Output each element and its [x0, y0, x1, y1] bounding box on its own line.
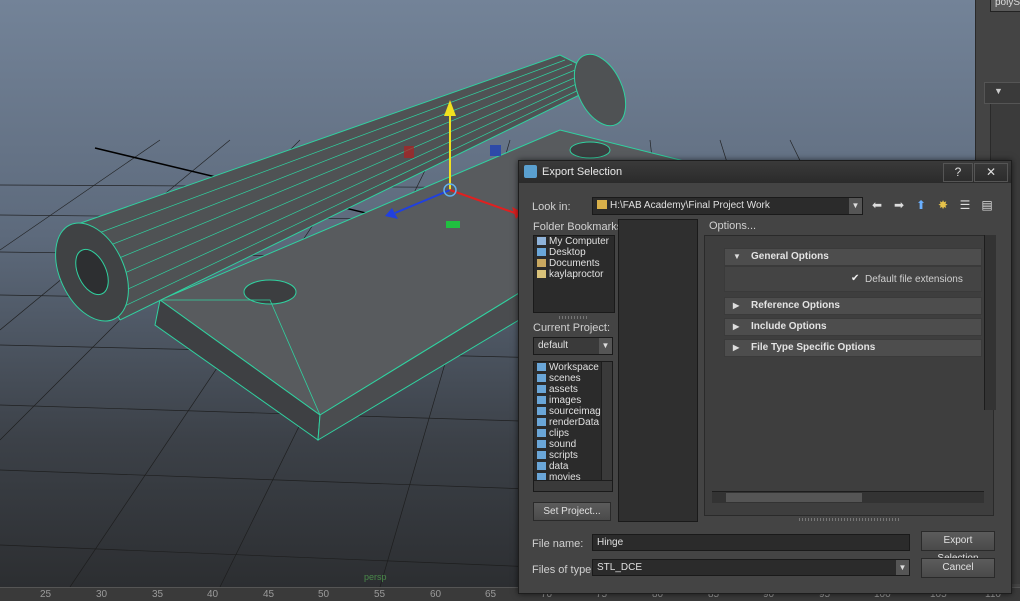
files-of-type-combo[interactable]: STL_DCE ▼	[592, 559, 910, 576]
bookmark-item[interactable]: kaylaproctor	[534, 269, 614, 280]
current-project-label: Current Project:	[533, 322, 611, 334]
detail-view-icon[interactable]: ▤	[980, 198, 994, 212]
maya-icon	[524, 165, 537, 178]
splitter-handle[interactable]	[559, 316, 589, 319]
bookmark-item[interactable]: My Computer	[534, 236, 614, 247]
camera-label: persp	[364, 572, 387, 582]
look-in-path: H:\FAB Academy\Final Project Work	[610, 200, 770, 211]
triangle-down-icon: ▼	[733, 252, 741, 261]
folder-icon	[537, 418, 546, 426]
set-project-button[interactable]: Set Project...	[533, 502, 611, 521]
new-folder-icon[interactable]: ✸	[936, 198, 950, 212]
file-name-label: File name:	[532, 538, 584, 550]
timeline-tick: 65	[485, 589, 497, 600]
project-folders-list[interactable]: Workspace F scenes assets images sourcei…	[533, 361, 613, 492]
chevron-down-icon[interactable]: ▼	[896, 560, 909, 575]
export-selection-button[interactable]: Export Selection	[921, 531, 995, 564]
dialog-title: Export Selection	[542, 166, 623, 178]
folder-icon	[537, 385, 546, 393]
cancel-button[interactable]: Cancel	[921, 558, 995, 578]
options-label: Options...	[709, 220, 757, 232]
triangle-right-icon: ▶	[733, 322, 740, 331]
options-hscrollbar[interactable]	[712, 491, 984, 503]
folder-icon	[537, 396, 546, 404]
dialog-titlebar[interactable]: Export Selection ? ✕	[519, 161, 1011, 183]
bookmark-item[interactable]: Documents	[534, 258, 614, 269]
timeline-tick: 60	[430, 589, 442, 600]
options-vscrollbar[interactable]	[984, 235, 996, 410]
timeline-tick: 35	[152, 589, 164, 600]
file-type-options-header[interactable]: ▶ File Type Specific Options	[724, 339, 982, 357]
default-extensions-label: Default file extensions	[865, 274, 963, 285]
splitter-handle[interactable]	[799, 518, 899, 521]
up-folder-icon[interactable]: ⬆	[914, 198, 928, 212]
close-button[interactable]: ✕	[974, 163, 1008, 182]
folder-icon	[597, 200, 607, 209]
general-options-header[interactable]: ▼ General Options	[724, 248, 982, 266]
folder-icon	[537, 363, 546, 371]
back-arrow-icon[interactable]: ⬅	[870, 198, 884, 212]
computer-icon	[537, 237, 546, 245]
folder-icon	[537, 462, 546, 470]
file-name-input[interactable]: Hinge	[592, 534, 910, 551]
timeline-tick: 50	[318, 589, 330, 600]
scroll-thumb[interactable]	[726, 493, 862, 502]
folder-icon	[537, 451, 546, 459]
look-in-combo[interactable]: H:\FAB Academy\Final Project Work ▼	[592, 197, 863, 215]
timeline-tick: 55	[374, 589, 386, 600]
include-options-header[interactable]: ▶ Include Options	[724, 318, 982, 336]
bookmarks-list[interactable]: My Computer Desktop Documents kaylaproct…	[533, 235, 615, 313]
timeline-tick: 25	[40, 589, 52, 600]
chevron-down-icon[interactable]: ▼	[599, 338, 612, 354]
timeline-tick: 30	[96, 589, 108, 600]
forward-arrow-icon[interactable]: ➡	[892, 198, 906, 212]
triangle-right-icon: ▶	[733, 343, 740, 352]
triangle-right-icon: ▶	[733, 301, 740, 310]
folder-icon	[537, 440, 546, 448]
file-browser-pane[interactable]	[618, 219, 698, 522]
files-of-type-label: Files of type:	[532, 564, 595, 576]
folder-icon	[537, 429, 546, 437]
folders-hscrollbar[interactable]	[534, 480, 612, 491]
desktop-icon	[537, 248, 546, 256]
general-options-body: ✔ Default file extensions	[724, 266, 982, 292]
panel-tab[interactable]: polySu	[990, 0, 1020, 12]
look-in-label: Look in:	[532, 201, 571, 213]
timeline-tick: 45	[263, 589, 275, 600]
timeline-tick: 40	[207, 589, 219, 600]
user-folder-icon	[537, 270, 546, 278]
folder-icon	[537, 407, 546, 415]
chevron-down-icon: ▼	[994, 86, 1003, 96]
folders-vscrollbar[interactable]	[601, 362, 612, 480]
reference-options-header[interactable]: ▶ Reference Options	[724, 297, 982, 315]
folder-bookmarks-label: Folder Bookmarks:	[533, 221, 626, 233]
export-selection-dialog: Export Selection ? ✕ Look in: H:\FAB Aca…	[518, 160, 1012, 594]
bookmark-item[interactable]: Desktop	[534, 247, 614, 258]
current-project-combo[interactable]: default ▼	[533, 337, 613, 355]
documents-icon	[537, 259, 546, 267]
checkmark-icon[interactable]: ✔	[851, 274, 861, 284]
help-button[interactable]: ?	[943, 163, 973, 182]
folder-icon	[537, 374, 546, 382]
list-view-icon[interactable]: ☰	[958, 198, 972, 212]
chevron-down-icon[interactable]: ▼	[849, 198, 862, 214]
